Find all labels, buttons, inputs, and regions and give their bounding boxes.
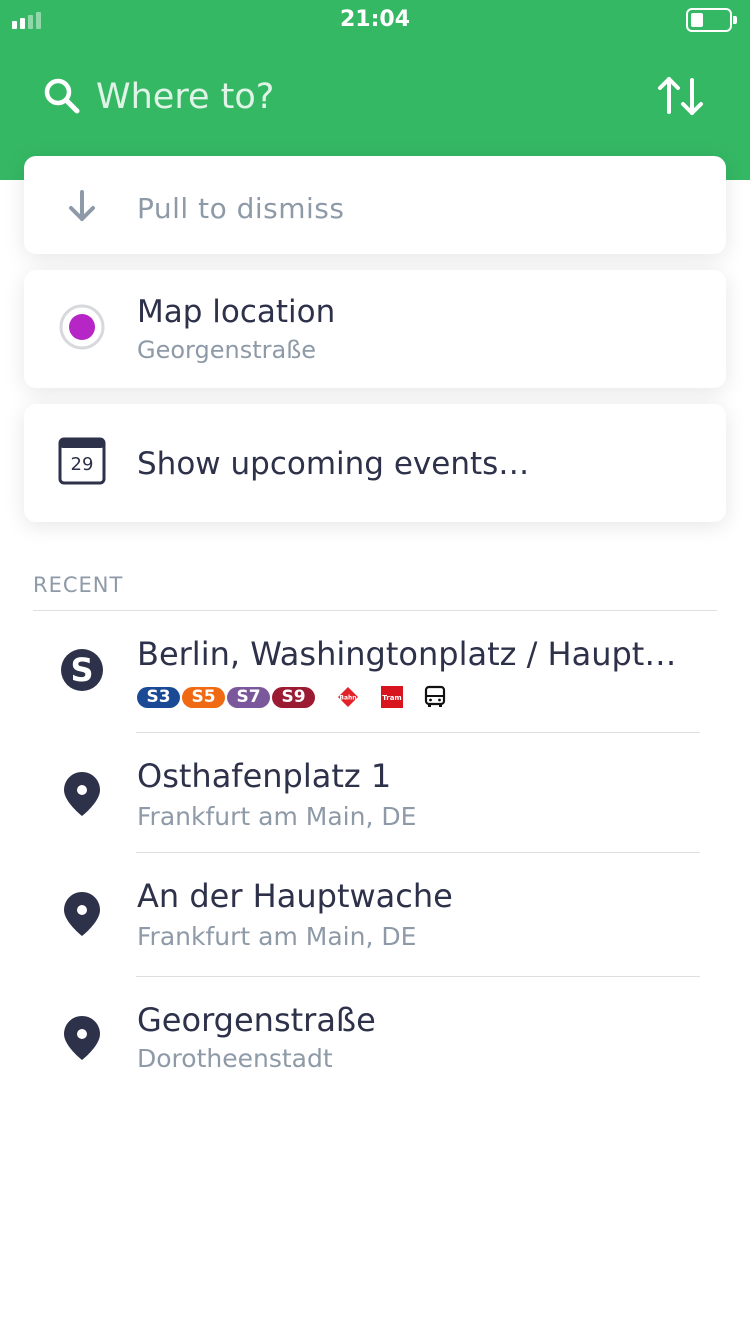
swap-direction-button[interactable] — [656, 74, 706, 118]
location-pin-icon — [64, 892, 100, 936]
bahn-icon: Bahn — [338, 687, 358, 707]
recent-item-title: Osthafenplatz 1 — [137, 757, 392, 795]
pull-to-dismiss-label: Pull to dismiss — [137, 192, 345, 225]
recent-item-title: An der Hauptwache — [137, 877, 453, 915]
map-location-card[interactable]: Map location Georgenstraße — [24, 270, 726, 388]
line-badge-s7: S7 — [227, 686, 270, 708]
s-bahn-icon: S — [61, 649, 103, 691]
line-badge-s5: S5 — [182, 686, 225, 708]
recent-item-osthafenplatz[interactable]: Osthafenplatz 1 Frankfurt am Main, DE — [0, 733, 750, 852]
search-bar[interactable] — [0, 66, 750, 130]
upcoming-events-card[interactable]: 29 Show upcoming events… — [24, 404, 726, 522]
line-badge-s9: S9 — [272, 686, 315, 708]
recent-section-label: RECENT — [33, 573, 124, 597]
location-pin-icon — [64, 772, 100, 816]
search-input[interactable] — [96, 72, 596, 122]
recent-item-title: Berlin, Washingtonplatz / Haupt… — [137, 635, 677, 673]
bus-icon — [424, 685, 446, 707]
upcoming-events-title: Show upcoming events… — [137, 446, 530, 482]
arrow-down-icon — [69, 190, 95, 221]
tram-icon: Tram — [381, 686, 403, 708]
header-bar: 21:04 — [0, 0, 750, 180]
pull-to-dismiss-card[interactable]: Pull to dismiss — [24, 156, 726, 254]
recent-item-subtitle: Frankfurt am Main, DE — [137, 802, 417, 831]
bahn-label: Bahn — [339, 695, 356, 702]
status-time: 21:04 — [339, 7, 411, 32]
map-location-dot-icon — [59, 304, 105, 350]
svg-text:S: S — [70, 651, 93, 689]
recent-item-an-der-hauptwache[interactable]: An der Hauptwache Frankfurt am Main, DE — [0, 853, 750, 976]
status-bar: 21:04 — [0, 0, 750, 40]
map-location-subtitle: Georgenstraße — [137, 336, 317, 364]
transit-lines: S3 S5 S7 S9 Bahn Tram — [137, 685, 447, 708]
recent-item-subtitle: Frankfurt am Main, DE — [137, 922, 417, 951]
calendar-day-number: 29 — [70, 454, 94, 475]
tram-label: Tram — [382, 694, 401, 702]
battery-icon — [686, 8, 737, 32]
line-badge-s3: S3 — [137, 686, 180, 708]
location-pin-icon — [64, 1016, 100, 1060]
map-location-title: Map location — [137, 294, 336, 330]
recent-item-subtitle: Dorotheenstadt — [137, 1044, 333, 1073]
recent-item-berlin-washingtonplatz[interactable]: S Berlin, Washingtonplatz / Haupt… — [0, 611, 750, 732]
recent-item-title: Georgenstraße — [137, 1001, 376, 1039]
search-icon — [44, 78, 80, 114]
recent-item-georgenstrasse[interactable]: Georgenstraße Dorotheenstadt — [0, 977, 750, 1097]
